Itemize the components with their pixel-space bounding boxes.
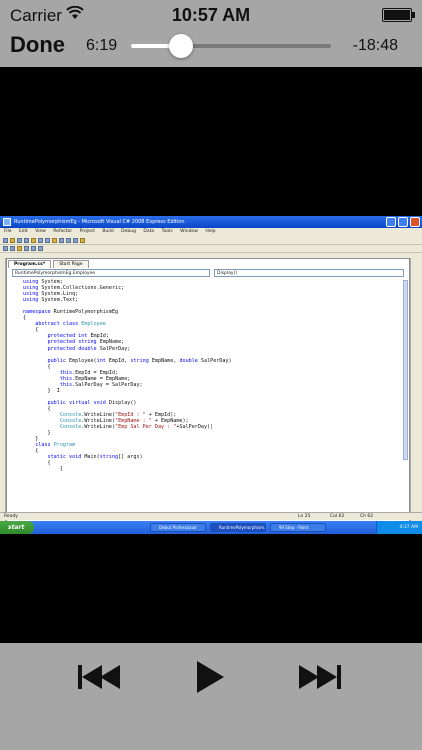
maximize-icon (398, 217, 408, 227)
taskbar-item: 9II Step - Paint (270, 523, 326, 532)
toolbar-icon (38, 237, 43, 243)
editor-navbar: RuntimePolymorphismEg.Employee Display() (12, 269, 408, 278)
menu-project: Project (79, 229, 95, 234)
ide-status-ready: Ready (4, 514, 18, 519)
toolbar-icon (10, 246, 15, 251)
toolbar-icon (3, 246, 8, 251)
battery-icon (382, 8, 412, 22)
toolbar-icon (17, 246, 22, 251)
tab-program-cs: Program.cs* (8, 260, 52, 268)
toolbar-icon (17, 237, 22, 243)
menu-data: Data (143, 229, 155, 234)
source-code: using System; using System.Collections.G… (23, 279, 232, 473)
system-tray: 4:37 AM (376, 521, 422, 534)
top-bar: Carrier 10:57 AM Done 6:19 -18:48 (0, 0, 422, 67)
status-bar: Carrier 10:57 AM (0, 0, 422, 30)
ide-status-ch: Ch 62 (360, 514, 374, 519)
status-time: 10:57 AM (171, 5, 251, 25)
menu-debug: Debug (121, 229, 136, 234)
menu-edit: Edit (18, 229, 28, 234)
menu-view: View (35, 229, 46, 234)
toolbar-icon (73, 237, 78, 243)
ide-window-title: RuntimePolymorphismEg - Microsoft Visual… (14, 219, 185, 225)
toolbar-icon (3, 237, 8, 243)
toolbar-icon (24, 246, 29, 251)
member-dropdown: Display() (214, 269, 404, 277)
solution-explorer-sidebar (410, 258, 422, 526)
remaining-time: -18:48 (352, 37, 398, 54)
menu-help: Help (205, 229, 216, 234)
scrub-thumb[interactable] (169, 34, 193, 58)
rewind-icon[interactable] (78, 663, 124, 691)
menu-file: File (4, 229, 12, 234)
menu-refactor: Refactor (53, 229, 73, 234)
ide-statusbar: Ready Ln 25 Col 62 Ch 62 (0, 512, 422, 520)
toolbar-icon (66, 237, 71, 243)
toolbar-icon (31, 237, 36, 243)
toolbar-icon (24, 237, 29, 243)
taskbar-item: RuntimePolymorphism... (210, 523, 266, 532)
taskbar-item: Debut Professional (150, 523, 206, 532)
ide-status-line: Ln 25 (298, 514, 311, 519)
fast-forward-icon[interactable] (299, 663, 345, 691)
editor-scrollbar (403, 280, 408, 460)
type-dropdown: RuntimePolymorphismEg.Employee (12, 269, 210, 277)
start-button: start (0, 521, 34, 534)
toolbar-icon (80, 237, 85, 243)
editor-tabs: Program.cs* Start Page (8, 260, 91, 268)
menu-window: Window (180, 229, 198, 234)
toolbar-icon (45, 237, 50, 243)
minimize-icon (386, 217, 396, 227)
ide-titlebar: RuntimePolymorphismEg - Microsoft Visual… (0, 216, 422, 228)
toolbar-icon (38, 246, 43, 251)
toolbar-icon (31, 246, 36, 251)
elapsed-time: 6:19 (86, 37, 118, 54)
menu-tools: Tools (161, 229, 173, 234)
ide-app-icon (3, 218, 11, 226)
battery-tip (412, 12, 415, 18)
done-button[interactable]: Done (10, 32, 65, 58)
toolbar-icon (52, 237, 57, 243)
menu-build: Build (102, 229, 114, 234)
toolbar-icon (10, 237, 15, 243)
close-icon (410, 217, 420, 227)
toolbar-icon (59, 237, 64, 243)
play-icon[interactable] (197, 661, 225, 693)
tab-start-page: Start Page (53, 260, 89, 268)
ide-status-col: Col 62 (330, 514, 345, 519)
transport-controls (0, 643, 422, 750)
ide-toolbar-secondary (0, 245, 422, 253)
ide-menubar: File Edit View Refactor Project Build De… (0, 228, 422, 236)
video-frame[interactable]: RuntimePolymorphismEg - Microsoft Visual… (0, 216, 422, 534)
windows-taskbar: start Debut Professional RuntimePolymorp… (0, 521, 422, 534)
scrub-track[interactable] (131, 44, 331, 48)
ide-toolbar (0, 236, 422, 245)
